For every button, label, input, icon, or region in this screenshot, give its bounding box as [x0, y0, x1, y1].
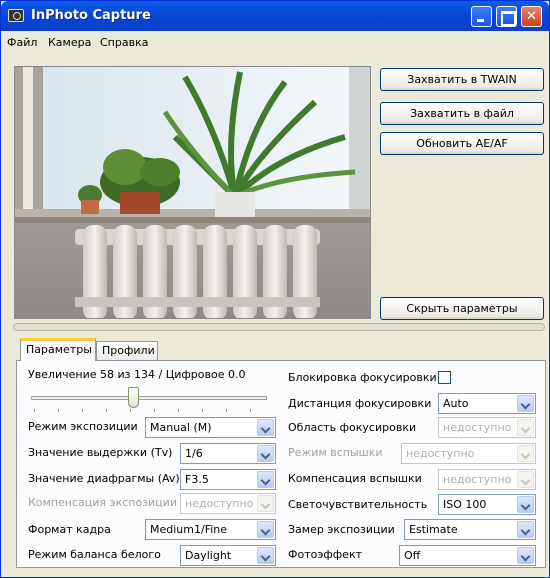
panel-splitter[interactable] — [13, 323, 545, 331]
focus-area-label: Область фокусировки — [288, 421, 417, 434]
chevron-down-icon — [257, 495, 274, 512]
refresh-aeaf-button[interactable]: Обновить AE/AF — [380, 132, 544, 155]
image-format-label: Формат кадра — [28, 523, 111, 536]
photo-effect-label: Фотоэффект — [288, 548, 363, 561]
camera-app-icon — [8, 9, 24, 22]
slider-tick — [226, 409, 227, 412]
flash-mode-select: недоступно — [401, 443, 536, 464]
focus-distance-label: Дистанция фокусировки — [288, 397, 432, 410]
capture-file-button[interactable]: Захватить в файл — [380, 102, 544, 125]
flash-mode-label: Режим вспышки — [288, 446, 383, 459]
aperture-label: Значение диафрагмы (Av) — [28, 472, 180, 485]
exposure-compensation-label: Компенсация экспозиции — [28, 496, 177, 509]
focus-area-select: недоступно — [438, 417, 536, 438]
exposure-mode-select[interactable]: Manual (M) — [145, 417, 276, 438]
focus-lock-label: Блокировка фокусировки — [288, 371, 437, 384]
white-balance-select[interactable]: Daylight — [180, 545, 276, 566]
tab-parameters[interactable]: Параметры — [20, 338, 96, 361]
iso-label: Светочувствительность — [288, 498, 428, 511]
chevron-down-icon — [257, 445, 274, 462]
zoom-slider-track[interactable] — [31, 396, 267, 400]
close-icon: ✕ — [526, 9, 537, 24]
maximize-button[interactable] — [496, 6, 517, 27]
menu-help[interactable]: Справка — [100, 36, 148, 49]
window-title: InPhoto Capture — [31, 8, 151, 23]
slider-tick — [34, 409, 35, 412]
chevron-down-icon — [517, 419, 534, 436]
maximize-icon — [497, 7, 516, 26]
slider-tick — [130, 409, 131, 412]
chevron-down-icon — [517, 521, 534, 538]
slider-tick — [178, 409, 179, 412]
app-window: InPhoto Capture ✕ Файл Камера Справка За… — [0, 0, 550, 578]
chevron-down-icon — [257, 471, 274, 488]
title-bar[interactable]: InPhoto Capture ✕ — [1, 1, 549, 31]
exposure-mode-label: Режим экспозиции — [28, 420, 138, 433]
slider-tick — [250, 409, 251, 412]
image-format-select[interactable]: Medium1/Fine — [145, 519, 276, 540]
chevron-down-icon — [257, 521, 274, 538]
slider-tick — [106, 409, 107, 412]
chevron-down-icon — [517, 445, 534, 462]
camera-preview[interactable] — [14, 66, 371, 319]
slider-tick — [82, 409, 83, 412]
exposure-compensation-select: недоступно — [180, 493, 276, 514]
chevron-down-icon — [517, 496, 534, 513]
hide-params-button[interactable]: Скрыть параметры — [380, 297, 544, 320]
focus-distance-select[interactable]: Auto — [438, 393, 536, 414]
slider-tick — [202, 409, 203, 412]
flash-compensation-label: Компенсация вспышки — [288, 472, 422, 485]
metering-label: Замер экспозиции — [288, 523, 395, 536]
menu-camera[interactable]: Камера — [48, 36, 91, 49]
chevron-down-icon — [517, 471, 534, 488]
shutter-speed-label: Значение выдержки (Tv) — [28, 446, 173, 459]
minimize-button[interactable] — [471, 6, 492, 27]
menu-bar: Файл Камера Справка — [1, 31, 549, 53]
focus-lock-checkbox[interactable] — [438, 371, 451, 384]
white-balance-label: Режим баланса белого — [28, 548, 161, 561]
shutter-speed-select[interactable]: 1/6 — [180, 443, 276, 464]
zoom-slider-thumb[interactable] — [128, 387, 139, 408]
tab-profiles[interactable]: Профили — [96, 341, 158, 361]
menu-file[interactable]: Файл — [7, 36, 37, 49]
preview-image — [15, 67, 370, 318]
close-button[interactable]: ✕ — [521, 6, 542, 27]
chevron-down-icon — [517, 395, 534, 412]
metering-select[interactable]: Estimate — [404, 519, 536, 540]
zoom-label: Увеличение 58 из 134 / Цифровое 0.0 — [28, 368, 246, 381]
slider-tick — [154, 409, 155, 412]
minimize-icon — [472, 7, 491, 26]
chevron-down-icon — [517, 547, 534, 564]
slider-tick — [58, 409, 59, 412]
chevron-down-icon — [257, 419, 274, 436]
iso-select[interactable]: ISO 100 — [438, 494, 536, 515]
aperture-select[interactable]: F3.5 — [180, 469, 276, 490]
capture-twain-button[interactable]: Захватить в TWAIN — [380, 68, 544, 91]
flash-compensation-select: недоступно — [438, 469, 536, 490]
chevron-down-icon — [257, 547, 274, 564]
photo-effect-select[interactable]: Off — [399, 545, 536, 566]
